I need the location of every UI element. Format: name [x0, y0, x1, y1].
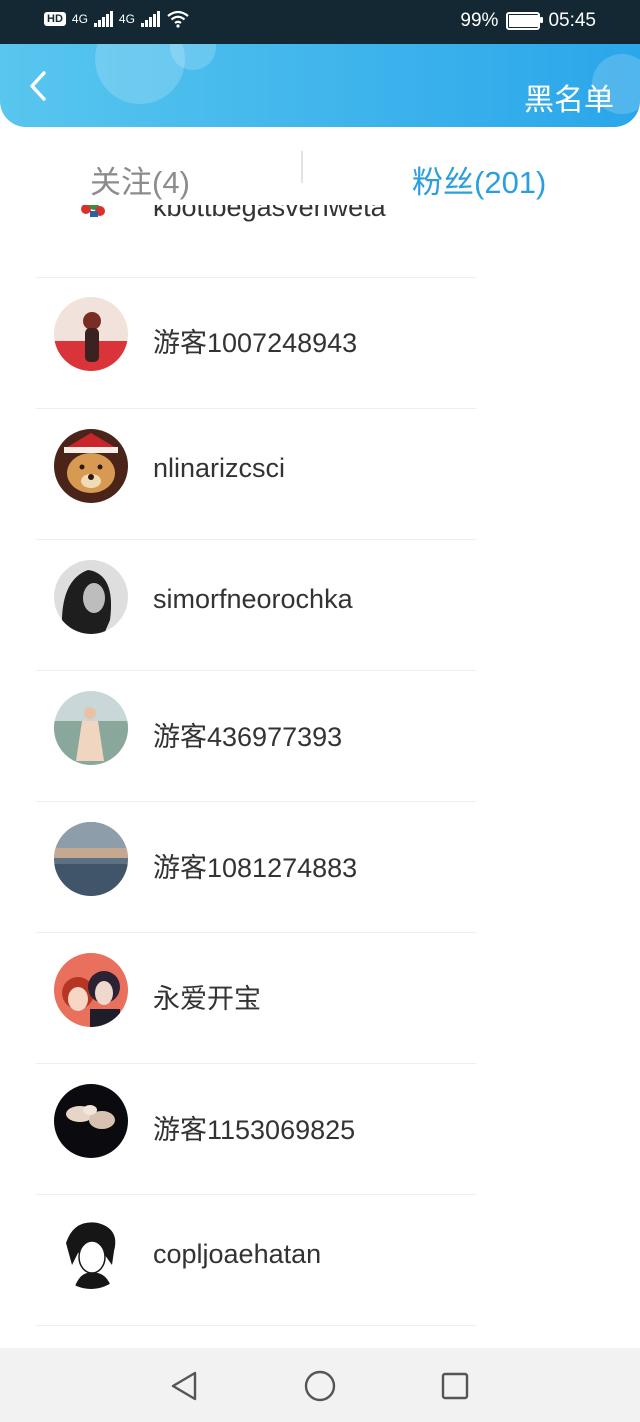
nav-recents-button[interactable] — [437, 1368, 473, 1404]
list-item[interactable]: nlinarizcsci — [0, 408, 640, 539]
sim2-label: 4G — [118, 12, 135, 26]
avatar — [78, 205, 108, 219]
fans-list[interactable]: kbottbegasvenweta 游客1007248943 nlinarizc… — [0, 205, 640, 1348]
title-bar: 黑名单 — [0, 44, 640, 127]
signal-icon — [140, 11, 160, 27]
list-item[interactable]: 游客1153069825 — [0, 1063, 640, 1194]
status-left: HD 4G 4G — [44, 10, 190, 28]
list-item[interactable]: copljoaehatan — [0, 1194, 640, 1325]
nav-home-button[interactable] — [302, 1368, 338, 1404]
row-divider — [36, 670, 476, 671]
signal-icon — [93, 11, 113, 27]
fan-name: simorfneorochka — [153, 584, 353, 614]
back-triangle-icon — [171, 1371, 197, 1401]
avatar — [54, 953, 128, 1027]
battery-fill — [509, 15, 540, 27]
battery-percent: 99% — [460, 10, 499, 31]
hd-icon: HD — [44, 12, 66, 26]
chevron-left-icon — [30, 71, 46, 101]
battery-icon — [506, 12, 544, 30]
tab-divider — [301, 151, 303, 183]
avatar — [54, 691, 128, 765]
row-divider — [36, 539, 476, 540]
fan-name: 游客1007248943 — [153, 328, 358, 358]
tab-bar: 关注(4) 粉丝(201) — [0, 127, 640, 205]
list-item[interactable] — [0, 1325, 640, 1348]
wifi-icon — [167, 10, 189, 28]
list-item[interactable]: 游客436977393 — [0, 670, 640, 801]
fan-name: nlinarizcsci — [153, 453, 286, 483]
list-item[interactable]: 游客1081274883 — [0, 801, 640, 932]
nav-back-button[interactable] — [166, 1368, 202, 1404]
list-item[interactable]: 游客1007248943 — [0, 277, 640, 408]
row-divider — [36, 1194, 476, 1195]
sim1-label: 4G — [71, 12, 88, 26]
fan-name: 游客1081274883 — [153, 853, 358, 883]
fan-name: 游客1153069825 — [153, 1115, 356, 1145]
avatar — [54, 429, 128, 503]
row-divider — [36, 1325, 476, 1326]
fan-name: kbottbegasvenweta — [153, 205, 386, 222]
fan-name: 游客436977393 — [153, 722, 343, 752]
system-nav-bar — [0, 1348, 640, 1422]
avatar — [54, 822, 128, 896]
home-circle-icon — [304, 1370, 336, 1402]
avatar — [54, 1215, 128, 1289]
blacklist-button[interactable]: 黑名单 — [524, 75, 614, 119]
avatar — [54, 297, 128, 371]
avatar — [54, 560, 128, 634]
list-item[interactable]: simorfneorochka — [0, 539, 640, 670]
row-divider — [36, 932, 476, 933]
recents-square-icon — [441, 1372, 469, 1400]
status-bar: HD 4G 4G 99% 05:45 — [0, 0, 640, 44]
clock: 05:45 — [548, 10, 596, 31]
back-button[interactable] — [18, 66, 58, 106]
avatar — [54, 1084, 128, 1158]
fan-name: 永爱开宝 — [153, 984, 261, 1014]
row-divider — [36, 1063, 476, 1064]
fan-name: copljoaehatan — [153, 1239, 322, 1269]
tab-following[interactable]: 关注(4) — [90, 157, 190, 202]
row-divider — [36, 408, 476, 409]
row-divider — [36, 277, 476, 278]
list-item[interactable]: 永爱开宝 — [0, 932, 640, 1063]
list-item[interactable]: kbottbegasvenweta — [0, 205, 640, 277]
row-divider — [36, 801, 476, 802]
status-right: 99% 05:45 — [460, 10, 596, 32]
tab-fans[interactable]: 粉丝(201) — [412, 157, 546, 202]
